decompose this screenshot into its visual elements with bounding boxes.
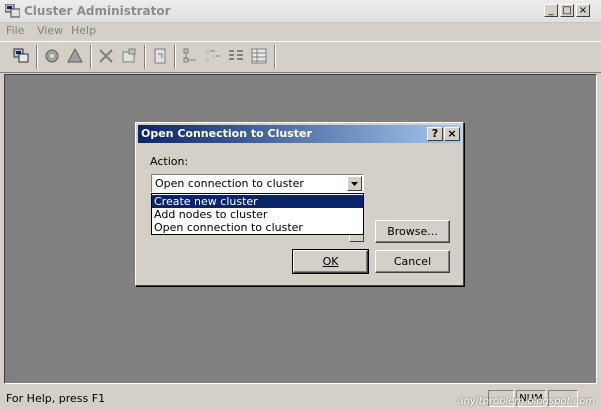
cluster-administrator-icon [5,4,20,18]
action-label: Action: [150,155,189,168]
action-combobox[interactable]: Open connection to cluster [151,174,364,193]
option-open-connection[interactable]: Open connection to cluster [152,221,363,234]
dialog-title: Open Connection to Cluster [141,127,312,140]
menu-help[interactable]: Help [71,24,96,37]
delete-icon[interactable] [96,46,116,66]
obscured-combobox-arrow [349,235,364,242]
dropdown-arrow-icon[interactable] [347,176,362,191]
network-icon[interactable] [119,46,139,66]
menu-file[interactable]: File [6,24,24,37]
properties-icon[interactable] [42,46,62,66]
ok-button[interactable]: OK [292,249,369,274]
status-text: For Help, press F1 [6,392,106,405]
maximize-button[interactable]: □ [560,4,574,17]
browse-button[interactable]: Browse... [375,220,450,243]
dialog-titlebar: Open Connection to Cluster ? × [138,125,461,143]
help-button[interactable]: ? [427,127,443,141]
dialog-close-button[interactable]: × [444,127,460,141]
window-titlebar: Cluster Administrator _ □ × [0,0,601,23]
open-connection-dialog: Open Connection to Cluster ? × Action: O… [135,122,464,286]
option-create-new-cluster[interactable]: Create new cluster [152,195,363,208]
menu-view[interactable]: View [37,24,63,37]
action-combobox-value: Open connection to cluster [155,177,304,190]
refresh-icon[interactable] [150,46,170,66]
warning-icon[interactable] [65,46,85,66]
ok-button-label: OK [322,255,339,268]
minimize-button[interactable]: _ [544,4,558,17]
details-view-icon[interactable] [249,46,269,66]
large-icons-icon[interactable] [180,46,200,66]
small-icons-icon[interactable] [203,46,223,66]
cancel-button[interactable]: Cancel [375,250,450,273]
close-button[interactable]: × [576,4,590,17]
open-connection-icon[interactable] [11,46,31,66]
option-add-nodes[interactable]: Add nodes to cluster [152,208,363,221]
toolbar [0,41,601,73]
list-view-icon[interactable] [226,46,246,66]
menubar: File View Help [0,22,601,40]
action-dropdown-list: Create new cluster Add nodes to cluster … [151,193,364,235]
window-title: Cluster Administrator [24,4,171,18]
watermark: anyitproblem.blogspot.com [457,396,595,407]
